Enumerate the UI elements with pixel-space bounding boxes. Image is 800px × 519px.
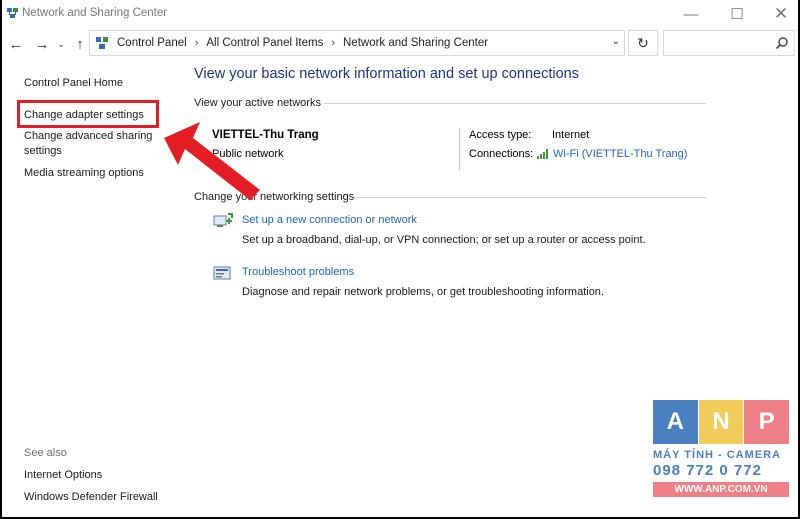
- breadcrumb-network-center[interactable]: Network and Sharing Center: [343, 37, 488, 49]
- access-type-label: Access type:: [469, 129, 532, 141]
- breadcrumb-control-panel[interactable]: Control Panel: [117, 37, 187, 49]
- refresh-button[interactable]: ↻: [628, 30, 658, 56]
- breadcrumb-all-items[interactable]: All Control Panel Items: [206, 37, 323, 49]
- access-type-value: Internet: [552, 129, 590, 141]
- highlight-box: [17, 100, 159, 128]
- section-divider: [324, 103, 706, 104]
- breadcrumb-separator[interactable]: ›: [195, 37, 199, 49]
- control-panel-home-link[interactable]: Control Panel Home: [24, 76, 123, 91]
- minimize-button[interactable]: —: [669, 0, 713, 28]
- wifi-signal-icon: [537, 149, 548, 159]
- network-center-icon: [7, 8, 18, 18]
- address-bar[interactable]: Control Panel › All Control Panel Items …: [89, 30, 625, 56]
- up-button[interactable]: ↑: [69, 32, 91, 56]
- logo-url: WWW.ANP.COM.VN: [653, 482, 789, 497]
- active-networks-heading: View your active networks: [194, 97, 321, 109]
- breadcrumb-separator[interactable]: ›: [331, 37, 335, 49]
- page-title: View your basic network information and …: [194, 66, 580, 82]
- logo-phone: 098 772 0 772: [653, 462, 762, 479]
- search-box[interactable]: [663, 30, 795, 56]
- network-sharing-center-window: Network and Sharing Center — ☐ ✕ ← → ⌄ ↑…: [2, 0, 798, 517]
- close-button[interactable]: ✕: [759, 0, 798, 28]
- title-bar: Network and Sharing Center — ☐ ✕: [2, 0, 798, 28]
- media-streaming-options-link[interactable]: Media streaming options: [24, 166, 144, 181]
- logo-subtitle: MÁY TÍNH - CAMERA: [653, 449, 782, 461]
- change-advanced-sharing-link[interactable]: Change advanced sharing: [24, 129, 152, 144]
- forward-button[interactable]: →: [31, 32, 53, 56]
- anp-watermark-logo: A N P MÁY TÍNH - CAMERA 098 772 0 772 WW…: [653, 400, 790, 504]
- address-dropdown-icon[interactable]: ⌄: [612, 36, 620, 47]
- wifi-connection-link[interactable]: Wi-Fi (VIETTEL-Thu Trang): [537, 148, 687, 160]
- red-arrow-annotation: [164, 122, 260, 200]
- logo-letter-n: N: [698, 400, 744, 444]
- logo-letter-p: P: [744, 400, 790, 444]
- setup-connection-link[interactable]: Set up a new connection or network: [242, 214, 417, 226]
- change-advanced-sharing-link-2[interactable]: settings: [24, 144, 62, 159]
- internet-options-link[interactable]: Internet Options: [24, 468, 102, 483]
- setup-connection-description: Set up a broadband, dial-up, or VPN conn…: [242, 234, 646, 246]
- window-title: Network and Sharing Center: [22, 7, 168, 19]
- troubleshoot-problems-link[interactable]: Troubleshoot problems: [242, 266, 354, 278]
- maximize-button[interactable]: ☐: [715, 0, 759, 28]
- troubleshoot-icon: [213, 266, 231, 280]
- back-button[interactable]: ←: [5, 32, 27, 56]
- wifi-connection-label[interactable]: Wi-Fi (VIETTEL-Thu Trang): [553, 148, 687, 160]
- connections-label: Connections:: [469, 148, 534, 160]
- logo-letter-a: A: [653, 400, 698, 444]
- network-info-divider: [459, 128, 460, 170]
- new-connection-icon: [213, 213, 233, 227]
- section-divider: [354, 197, 706, 198]
- search-icon[interactable]: [775, 36, 789, 50]
- control-panel-icon: [96, 37, 108, 49]
- troubleshoot-description: Diagnose and repair network problems, or…: [242, 286, 604, 298]
- see-also-heading: See also: [24, 447, 67, 459]
- recent-locations-button[interactable]: ⌄: [53, 32, 69, 56]
- windows-defender-firewall-link[interactable]: Windows Defender Firewall: [24, 490, 158, 505]
